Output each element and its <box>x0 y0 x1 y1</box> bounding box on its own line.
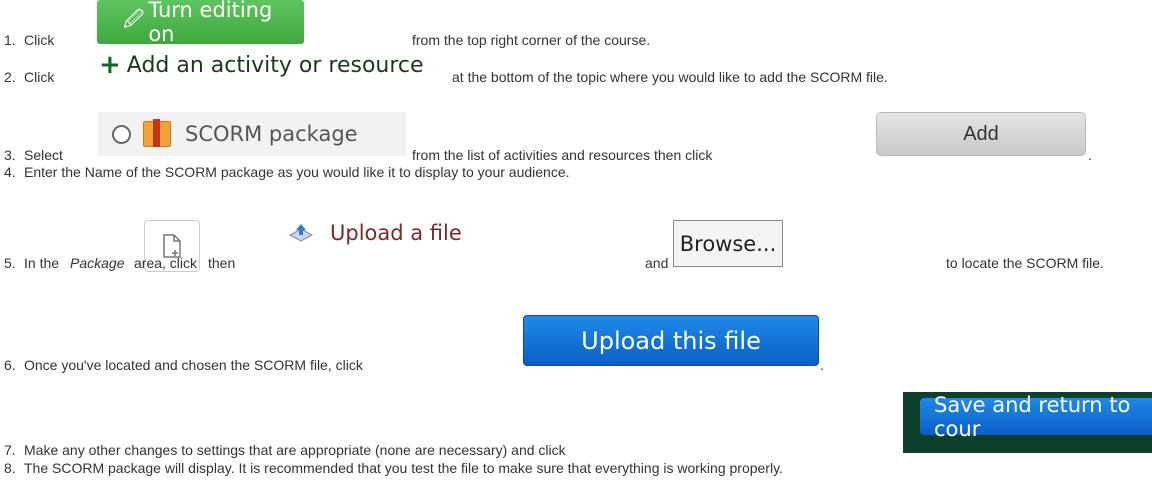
save-and-return-label: Save and return to cour <box>934 392 1131 441</box>
save-and-return-screenshot: Save and return to cour <box>903 392 1152 453</box>
upload-a-file-link[interactable]: Upload a file <box>288 220 462 246</box>
upload-a-file-label: Upload a file <box>330 221 462 245</box>
upload-icon <box>288 223 314 243</box>
scorm-package-option[interactable]: SCORM package <box>98 112 406 156</box>
add-activity-link[interactable]: + Add an activity or resource <box>99 50 424 80</box>
add-button[interactable]: Add <box>876 112 1086 156</box>
plus-icon: + <box>99 50 121 80</box>
browse-label: Browse... <box>679 231 777 256</box>
edit-icon: 🖉 <box>123 7 145 31</box>
save-and-return-button[interactable]: Save and return to cour <box>920 393 1152 441</box>
turn-editing-on-button[interactable]: 🖉 Turn editing on <box>97 0 304 46</box>
add-activity-label: Add an activity or resource <box>126 52 424 78</box>
radio-icon[interactable] <box>112 124 131 144</box>
scorm-package-label: SCORM package <box>185 122 358 146</box>
scorm-package-icon <box>143 119 171 147</box>
turn-editing-on-label: Turn editing on <box>148 0 273 46</box>
upload-this-file-label: Upload this file <box>581 326 761 355</box>
upload-this-file-button[interactable]: Upload this file <box>523 315 819 366</box>
add-label: Add <box>963 122 999 145</box>
browse-button[interactable]: Browse... <box>673 220 783 267</box>
